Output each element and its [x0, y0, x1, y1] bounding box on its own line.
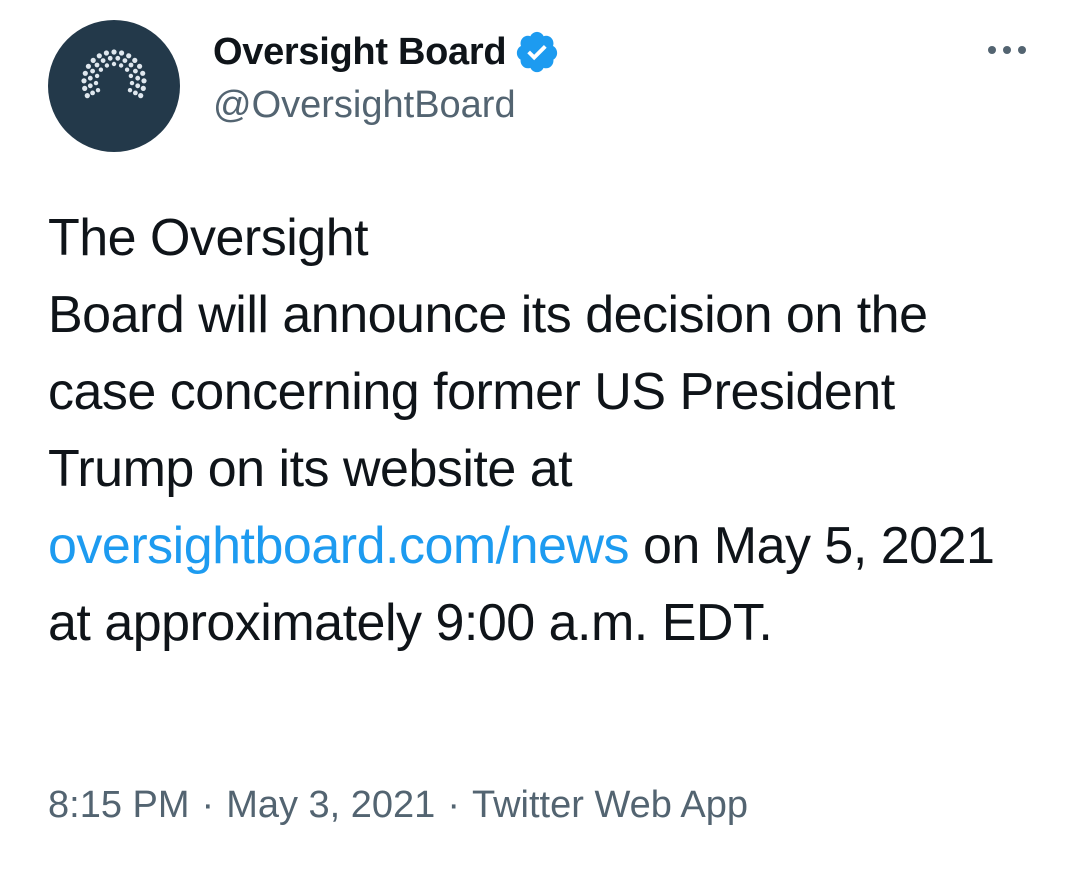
- logo-dot: [129, 80, 135, 86]
- logo-dot: [90, 68, 95, 74]
- logo-dot: [84, 93, 90, 99]
- logo-dot: [135, 83, 141, 89]
- logo-dot: [82, 85, 88, 91]
- tweet-meta: 8:15 PM · May 3, 2021 · Twitter Web App: [48, 784, 748, 827]
- logo-dot: [82, 70, 88, 76]
- display-name[interactable]: Oversight Board: [213, 31, 507, 74]
- logo-dot: [128, 73, 134, 79]
- logo-dot: [87, 75, 93, 81]
- logo-dot: [115, 55, 121, 61]
- meta-separator-2: ·: [447, 784, 460, 826]
- logo-dot: [98, 67, 104, 72]
- logo-dot: [103, 50, 109, 56]
- tweet-date[interactable]: May 3, 2021: [226, 784, 435, 826]
- logo-dot: [81, 78, 87, 84]
- tweet-time[interactable]: 8:15 PM: [48, 784, 190, 826]
- logo-dot: [141, 78, 147, 84]
- logo-dot: [140, 70, 146, 76]
- logo-dot: [133, 68, 138, 74]
- meta-separator: ·: [201, 784, 215, 826]
- logo-dot: [138, 93, 144, 99]
- logo-dot: [140, 85, 146, 91]
- tweet-text-line1: The Oversight: [48, 209, 369, 267]
- logo-dot: [137, 63, 143, 69]
- logo-dot: [87, 83, 93, 89]
- logo-dot: [126, 53, 132, 59]
- logo-dot: [122, 58, 128, 63]
- avatar[interactable]: [48, 20, 180, 152]
- author-handle[interactable]: @OversightBoard: [213, 84, 516, 127]
- tweet-text: The Oversight Board will announce its de…: [48, 200, 1048, 662]
- more-options-icon[interactable]: [982, 34, 1032, 66]
- logo-dot: [104, 63, 110, 68]
- verified-badge-icon: [517, 31, 558, 73]
- logo-dot: [127, 88, 133, 93]
- logo-dot: [94, 62, 100, 68]
- logo-dot: [111, 61, 117, 67]
- logo-dot: [95, 88, 101, 93]
- logo-dot: [90, 90, 95, 96]
- author-name-row: Oversight Board: [213, 28, 560, 76]
- tweet-text-body: Board will announce its decision on the …: [48, 286, 928, 498]
- logo-dot: [119, 50, 125, 56]
- logo-dot: [132, 57, 138, 64]
- logo-dot: [118, 63, 124, 68]
- tweet-source: Twitter Web App: [471, 784, 748, 826]
- tweet-link[interactable]: oversightboard.com/news: [48, 517, 630, 575]
- logo-dot: [100, 58, 106, 63]
- logo-dot: [111, 49, 117, 55]
- logo-dot: [135, 75, 141, 81]
- logo-dot: [90, 57, 96, 64]
- logo-dot: [133, 90, 138, 96]
- logo-dot: [107, 55, 113, 61]
- logo-dot: [128, 62, 134, 68]
- logo-dot: [124, 67, 130, 72]
- logo-dot: [85, 63, 91, 69]
- logo-dot: [94, 73, 100, 79]
- oversight-board-logo-icon: [81, 49, 147, 99]
- tweet[interactable]: Oversight Board @OversightBoard The Over…: [0, 0, 1080, 876]
- logo-dot: [96, 53, 102, 59]
- logo-dot: [93, 80, 99, 86]
